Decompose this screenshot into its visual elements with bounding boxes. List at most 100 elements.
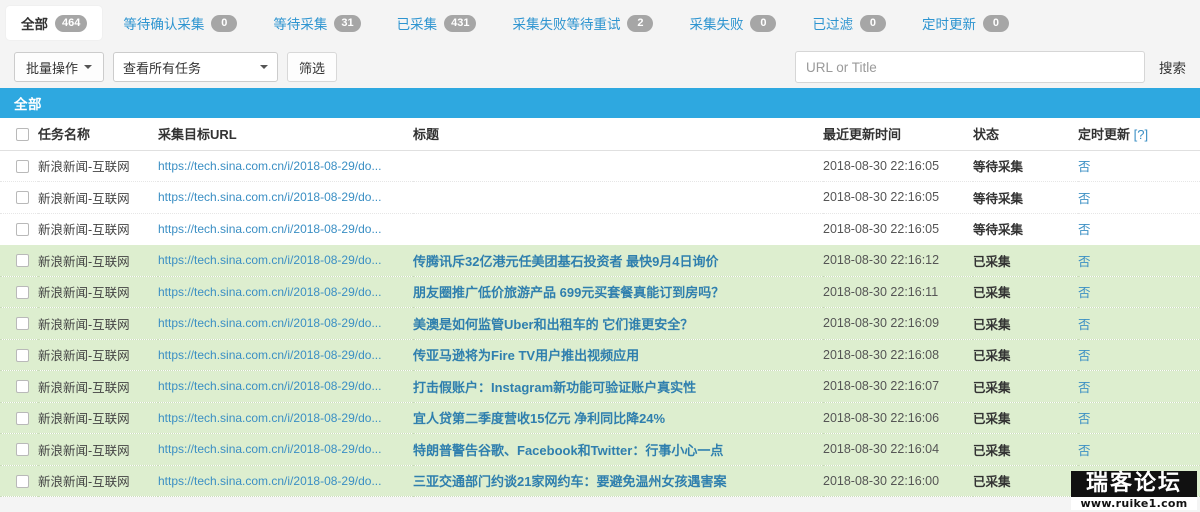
scheduled-update-value[interactable]: 否 xyxy=(1078,160,1091,174)
article-title-link[interactable]: 传腾讯斥32亿港元任美团基石投资者 最快9月4日询价 xyxy=(413,254,719,269)
table-row[interactable]: 新浪新闻-互联网 https://tech.sina.com.cn/i/2018-… xyxy=(0,307,1200,340)
scheduled-update-value[interactable]: 否 xyxy=(1078,412,1091,426)
article-title-link[interactable]: 宜人贷第二季度营收15亿元 净利同比降24% xyxy=(413,411,665,426)
row-update-cell: 否 xyxy=(1078,402,1200,434)
status-tab-label: 等待采集 xyxy=(273,17,328,32)
filter-button[interactable]: 筛选 xyxy=(287,52,338,82)
row-update-cell: 否 xyxy=(1078,276,1200,308)
scheduled-update-value[interactable]: 否 xyxy=(1078,381,1091,395)
row-time-cell: 2018-08-30 22:16:12 xyxy=(823,244,973,277)
row-checkbox[interactable] xyxy=(16,317,29,331)
target-url-link[interactable]: https://tech.sina.com.cn/i/2018-08-29/do… xyxy=(158,222,381,236)
table-row[interactable]: 新浪新闻-互联网 https://tech.sina.com.cn/i/2018-… xyxy=(0,213,1200,245)
row-update-cell: 否 xyxy=(1078,181,1200,214)
row-title-cell: 传腾讯斥32亿港元任美团基石投资者 最快9月4日询价 xyxy=(413,244,823,277)
row-checkbox[interactable] xyxy=(16,474,29,488)
status-tab-6[interactable]: 已过滤 0 xyxy=(797,6,901,40)
last-update-time: 2018-08-30 22:16:09 xyxy=(823,316,940,331)
scheduled-update-value[interactable]: 否 xyxy=(1078,223,1091,237)
scheduled-update-value[interactable]: 否 xyxy=(1078,286,1091,300)
status-tab-count-badge: 31 xyxy=(334,14,361,32)
row-checkbox[interactable] xyxy=(16,159,29,173)
article-title-link[interactable]: 朋友圈推广低价旅游产品 699元买套餐真能订到房吗？ xyxy=(413,285,724,300)
article-title-link[interactable]: 三亚交通部门约谈21家网约车：要避免温州女孩遇害案 xyxy=(413,474,726,489)
table-row[interactable]: 新浪新闻-互联网 https://tech.sina.com.cn/i/2018-… xyxy=(0,339,1200,371)
search-button[interactable]: 搜索 xyxy=(1159,57,1186,77)
target-url-link[interactable]: https://tech.sina.com.cn/i/2018-08-29/do… xyxy=(158,474,381,488)
search-input[interactable] xyxy=(795,51,1145,83)
row-checkbox[interactable] xyxy=(16,348,29,362)
header-task-name: 任务名称 xyxy=(38,118,158,151)
status-badge: 等待采集 xyxy=(973,223,1024,238)
task-name: 新浪新闻-互联网 xyxy=(38,380,130,395)
status-tab-0[interactable]: 全部 464 xyxy=(6,6,103,40)
task-filter-select[interactable]: 查看所有任务 xyxy=(113,52,279,82)
scheduled-update-value[interactable]: 否 xyxy=(1078,475,1091,489)
target-url-link[interactable]: https://tech.sina.com.cn/i/2018-08-29/do… xyxy=(158,411,381,425)
status-badge: 已采集 xyxy=(973,412,1011,427)
status-tab-count-badge: 0 xyxy=(750,14,777,32)
scheduled-update-value[interactable]: 否 xyxy=(1078,255,1091,269)
select-all-checkbox[interactable] xyxy=(16,128,29,142)
target-url-link[interactable]: https://tech.sina.com.cn/i/2018-08-29/do… xyxy=(158,348,381,362)
status-tab-count-badge: 0 xyxy=(859,14,886,32)
task-name: 新浪新闻-互联网 xyxy=(38,254,130,269)
table-row[interactable]: 新浪新闻-互联网 https://tech.sina.com.cn/i/2018-… xyxy=(0,402,1200,434)
help-icon[interactable]: [?] xyxy=(1134,127,1148,142)
row-url-cell: https://tech.sina.com.cn/i/2018-08-29/do… xyxy=(158,276,413,308)
row-select-cell xyxy=(0,433,38,466)
row-time-cell: 2018-08-30 22:16:05 xyxy=(823,181,973,214)
scheduled-update-value[interactable]: 否 xyxy=(1078,192,1091,206)
row-checkbox[interactable] xyxy=(16,254,29,268)
status-tab-count-badge: 0 xyxy=(982,14,1009,32)
article-title-link[interactable]: 打击假账户：Instagram新功能可验证账户真实性 xyxy=(413,380,696,395)
table-row[interactable]: 新浪新闻-互联网 https://tech.sina.com.cn/i/2018-… xyxy=(0,244,1200,277)
target-url-link[interactable]: https://tech.sina.com.cn/i/2018-08-29/do… xyxy=(158,316,381,330)
article-title-link[interactable]: 传亚马逊将为Fire TV用户推出视频应用 xyxy=(413,348,639,363)
row-checkbox[interactable] xyxy=(16,443,29,457)
status-tab-2[interactable]: 等待采集 31 xyxy=(258,6,375,40)
article-title-link[interactable]: 特朗普警告谷歌、Facebook和Twitter：行事小心一点 xyxy=(413,443,723,458)
row-select-cell xyxy=(0,402,38,434)
row-url-cell: https://tech.sina.com.cn/i/2018-08-29/do… xyxy=(158,339,413,371)
target-url-link[interactable]: https://tech.sina.com.cn/i/2018-08-29/do… xyxy=(158,285,381,299)
target-url-link[interactable]: https://tech.sina.com.cn/i/2018-08-29/do… xyxy=(158,442,381,456)
row-checkbox[interactable] xyxy=(16,411,29,425)
row-url-cell: https://tech.sina.com.cn/i/2018-08-29/do… xyxy=(158,244,413,277)
target-url-link[interactable]: https://tech.sina.com.cn/i/2018-08-29/do… xyxy=(158,253,381,267)
status-tab-count-badge: 0 xyxy=(211,14,238,32)
table-row[interactable]: 新浪新闻-互联网 https://tech.sina.com.cn/i/2018-… xyxy=(0,433,1200,466)
target-url-link[interactable]: https://tech.sina.com.cn/i/2018-08-29/do… xyxy=(158,159,381,173)
scheduled-update-value[interactable]: 否 xyxy=(1078,444,1091,458)
table-row[interactable]: 新浪新闻-互联网 https://tech.sina.com.cn/i/2018-… xyxy=(0,181,1200,214)
row-url-cell: https://tech.sina.com.cn/i/2018-08-29/do… xyxy=(158,213,413,245)
status-tab-1[interactable]: 等待确认采集 0 xyxy=(108,6,252,40)
table-row[interactable]: 新浪新闻-互联网 https://tech.sina.com.cn/i/2018-… xyxy=(0,370,1200,403)
bulk-actions-button[interactable]: 批量操作 xyxy=(14,52,105,82)
row-select-cell xyxy=(0,307,38,340)
status-tab-label: 定时更新 xyxy=(921,17,976,32)
row-state-cell: 已采集 xyxy=(973,276,1078,308)
status-tab-5[interactable]: 采集失败 0 xyxy=(674,6,791,40)
target-url-link[interactable]: https://tech.sina.com.cn/i/2018-08-29/do… xyxy=(158,190,381,204)
scheduled-update-value[interactable]: 否 xyxy=(1078,318,1091,332)
watermark-url: www.ruike1.com xyxy=(1071,497,1197,510)
article-title-link[interactable]: 美澳是如何监管Uber和出租车的 它们谁更安全？ xyxy=(413,317,693,332)
row-checkbox[interactable] xyxy=(16,285,29,299)
table-row[interactable]: 新浪新闻-互联网 https://tech.sina.com.cn/i/2018-… xyxy=(0,276,1200,308)
table-row[interactable]: 新浪新闻-互联网 https://tech.sina.com.cn/i/2018-… xyxy=(0,465,1200,497)
row-url-cell: https://tech.sina.com.cn/i/2018-08-29/do… xyxy=(158,370,413,403)
row-url-cell: https://tech.sina.com.cn/i/2018-08-29/do… xyxy=(158,181,413,214)
row-checkbox[interactable] xyxy=(16,380,29,394)
scheduled-update-value[interactable]: 否 xyxy=(1078,349,1091,363)
tasks-table: 任务名称 采集目标URL 标题 最近更新时间 状态 定时更新 [?] 新浪新闻-… xyxy=(0,118,1200,497)
target-url-link[interactable]: https://tech.sina.com.cn/i/2018-08-29/do… xyxy=(158,379,381,393)
status-tab-7[interactable]: 定时更新 0 xyxy=(907,6,1024,40)
row-time-cell: 2018-08-30 22:16:11 xyxy=(823,276,973,308)
row-checkbox[interactable] xyxy=(16,191,29,205)
status-tab-4[interactable]: 采集失败等待重试 2 xyxy=(497,6,668,40)
task-name: 新浪新闻-互联网 xyxy=(38,412,130,427)
table-row[interactable]: 新浪新闻-互联网 https://tech.sina.com.cn/i/2018-… xyxy=(0,150,1200,182)
row-checkbox[interactable] xyxy=(16,222,29,236)
status-tab-3[interactable]: 已采集 431 xyxy=(382,6,492,40)
